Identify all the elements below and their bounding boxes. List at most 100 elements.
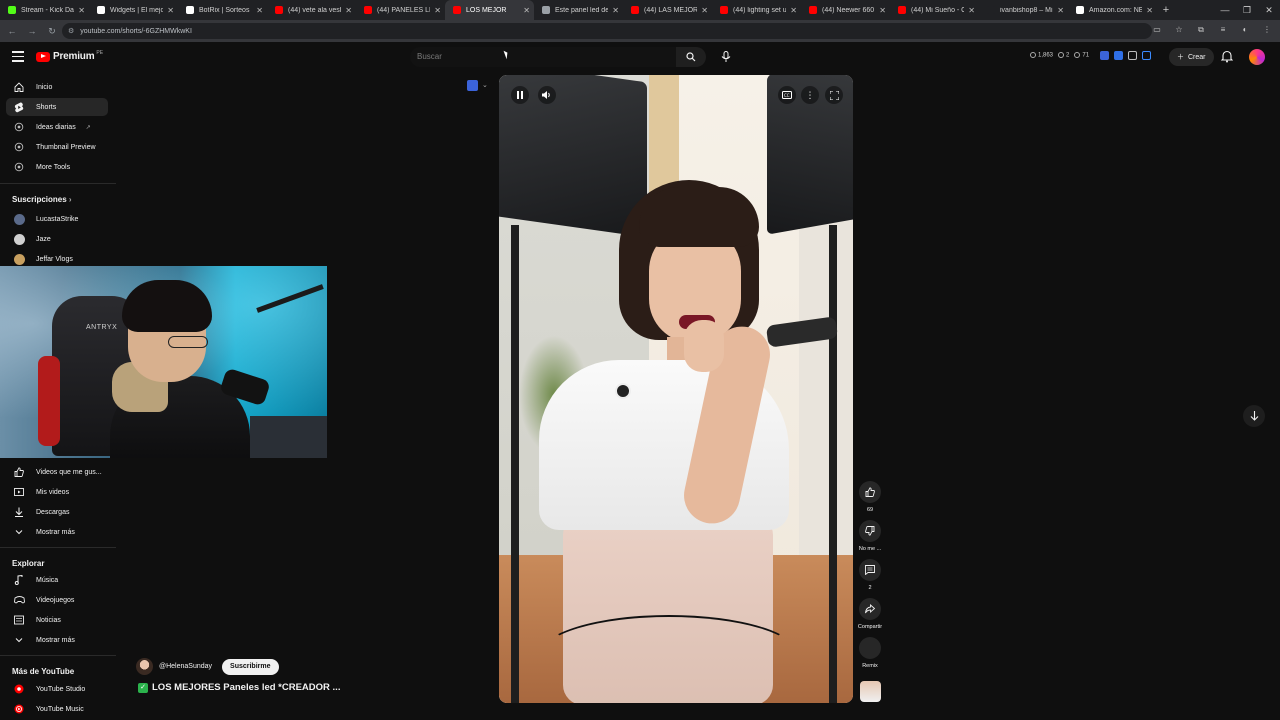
tab-close-icon[interactable]: ✕ <box>523 6 530 15</box>
new-tab-icon[interactable]: + <box>1157 4 1175 16</box>
extensions-puzzle-icon[interactable]: ⧉ <box>1194 23 1208 37</box>
next-short-button[interactable] <box>1243 405 1265 427</box>
browser-tab[interactable]: (44) lighting set up ✕ <box>712 0 801 20</box>
channel-handle[interactable]: @HelenaSunday <box>159 663 212 670</box>
create-button[interactable]: ＋ Crear <box>1169 48 1214 66</box>
ideas-icon <box>12 122 26 132</box>
close-window-icon[interactable]: ✕ <box>1258 0 1280 20</box>
tab-close-icon[interactable]: ✕ <box>256 6 263 15</box>
sidebar-item[interactable]: Shorts <box>6 98 108 116</box>
sidebar-item[interactable]: Noticias <box>6 611 108 629</box>
fullscreen-button[interactable] <box>825 86 843 104</box>
sound-thumbnail[interactable] <box>860 681 881 702</box>
remix-button[interactable] <box>859 637 881 659</box>
sidebar-item[interactable]: Música <box>6 571 108 589</box>
volume-button[interactable] <box>538 86 556 104</box>
browser-tab[interactable]: BotRix | Sorteos ✕ <box>178 0 267 20</box>
tab-close-icon[interactable]: ✕ <box>701 6 708 15</box>
share-button[interactable] <box>859 598 881 620</box>
like-button[interactable] <box>859 481 881 503</box>
youtube-play-icon <box>36 51 50 62</box>
tab-favicon-icon <box>364 6 372 14</box>
clock-icon <box>1030 52 1036 58</box>
tab-close-icon[interactable]: ✕ <box>345 6 352 15</box>
browser-tab[interactable]: (44) LAS MEJORES✕ <box>623 0 712 20</box>
browser-tab[interactable]: Widgets | El mejor ✕ <box>89 0 178 20</box>
search-button[interactable] <box>676 47 706 67</box>
sidebar-item[interactable]: Mostrar más <box>6 631 108 649</box>
thumbs-up-icon <box>865 487 875 497</box>
tab-close-icon[interactable]: ✕ <box>968 6 975 15</box>
sidebar-item[interactable]: Descargas <box>6 503 108 521</box>
tab-close-icon[interactable]: ✕ <box>434 6 441 15</box>
search-input[interactable]: Buscar <box>410 47 676 67</box>
browser-tab[interactable]: ivanbishop8 – Mi S ✕ <box>979 0 1068 20</box>
sidebar-item[interactable]: Ideas diarias ↗ <box>6 118 108 136</box>
account-avatar[interactable] <box>1249 49 1265 65</box>
tab-close-icon[interactable]: ✕ <box>78 6 85 15</box>
subscriptions-header[interactable]: Suscripciones › <box>12 195 72 204</box>
voice-search-button[interactable] <box>718 49 734 65</box>
sidebar-item[interactable]: More Tools <box>6 158 108 176</box>
bookmark-star-icon[interactable]: ☆ <box>1172 23 1186 37</box>
sidebar-item[interactable]: Mis videos <box>6 483 108 501</box>
browser-tab[interactable]: (44) Mi Sueño - Ca ✕ <box>890 0 979 20</box>
reload-icon[interactable]: ↻ <box>44 26 60 37</box>
tab-favicon-icon <box>97 6 105 14</box>
like-icon <box>12 467 26 477</box>
tab-close-icon[interactable]: ✕ <box>167 6 174 15</box>
short-video-player[interactable]: CC ⋮ <box>499 75 853 703</box>
back-icon[interactable]: ← <box>4 26 20 36</box>
notifications-button[interactable] <box>1220 50 1234 68</box>
tab-close-icon[interactable]: ✕ <box>1146 6 1153 15</box>
browser-tab[interactable]: Amazon.com: NEEW✕ <box>1068 0 1157 20</box>
browser-tab[interactable]: (44) PANELES LED ✕ <box>356 0 445 20</box>
window-controls: — ❐ ✕ <box>1214 0 1280 20</box>
more-options-button[interactable]: ⋮ <box>801 86 819 104</box>
subscribe-button[interactable]: Suscribirme <box>222 658 279 675</box>
site-info-icon[interactable]: ⚙ <box>68 27 74 35</box>
reading-list-icon[interactable]: ≡ <box>1216 23 1230 37</box>
dislike-button[interactable] <box>859 520 881 542</box>
sidebar-item[interactable]: Mostrar más <box>6 523 108 541</box>
pause-button[interactable] <box>511 86 529 104</box>
youtube-premium-logo[interactable]: Premium PE <box>36 50 103 62</box>
sidebar-item[interactable]: Videojuegos <box>6 591 108 609</box>
captions-button[interactable]: CC <box>778 86 796 104</box>
browser-tab[interactable]: Stream - Kick Dashb ✕ <box>0 0 89 20</box>
url-bar[interactable]: ⚙ youtube.com/shorts/-6GZHMWkwKI <box>62 23 1152 39</box>
list-ext-icon[interactable] <box>1114 51 1123 60</box>
browser-menu-icon[interactable]: ⋮ <box>1260 23 1274 37</box>
subscription-item[interactable]: Jaze <box>6 230 108 248</box>
check-emoji-icon: ✓ <box>138 682 148 693</box>
settings-ext-icon[interactable] <box>1142 51 1151 60</box>
sidebar-item[interactable]: Videos que me gus... <box>6 463 108 481</box>
comments-button[interactable] <box>859 559 881 581</box>
tab-close-icon[interactable]: ✕ <box>879 6 886 15</box>
browser-tab[interactable]: Este panel led de ✕ <box>534 0 623 20</box>
subscription-item[interactable]: LucastaStrike <box>6 210 108 228</box>
browser-tab[interactable]: (44) vete ala vesh ✕ <box>267 0 356 20</box>
restore-icon[interactable]: ❐ <box>1236 0 1258 20</box>
channel-avatar[interactable] <box>136 658 153 675</box>
sidebar-item-label: More Tools <box>36 163 71 171</box>
vidiq-icon[interactable] <box>1100 51 1109 60</box>
sidebar-item[interactable]: Inicio <box>6 78 108 96</box>
tab-close-icon[interactable]: ✕ <box>1057 6 1064 15</box>
browser-tab[interactable]: (44) Neewer 660 LE ✕ <box>801 0 890 20</box>
browser-tab[interactable]: LOS MEJOR ✕ <box>445 0 534 20</box>
forward-icon[interactable]: → <box>24 26 40 36</box>
minimize-icon[interactable]: — <box>1214 0 1236 20</box>
sidebar-item[interactable]: YouTube Music <box>6 700 108 718</box>
vidiq-overlay-icon[interactable] <box>467 80 478 91</box>
cast-icon[interactable]: ▭ <box>1150 23 1164 37</box>
tab-close-icon[interactable]: ✕ <box>612 6 619 15</box>
tab-close-icon[interactable]: ✕ <box>790 6 797 15</box>
profile-icon[interactable]: ◐ <box>1238 23 1252 37</box>
short-title[interactable]: LOS MEJORES Paneles led *CREADOR ... <box>152 682 340 693</box>
menu-hamburger-icon[interactable] <box>12 51 24 62</box>
sidebar-item[interactable]: Thumbnail Preview <box>6 138 108 156</box>
sidebar-item[interactable]: YouTube Studio <box>6 680 108 698</box>
chevron-down-icon[interactable]: ⌄ <box>482 81 488 89</box>
trophy-ext-icon[interactable] <box>1128 51 1137 60</box>
